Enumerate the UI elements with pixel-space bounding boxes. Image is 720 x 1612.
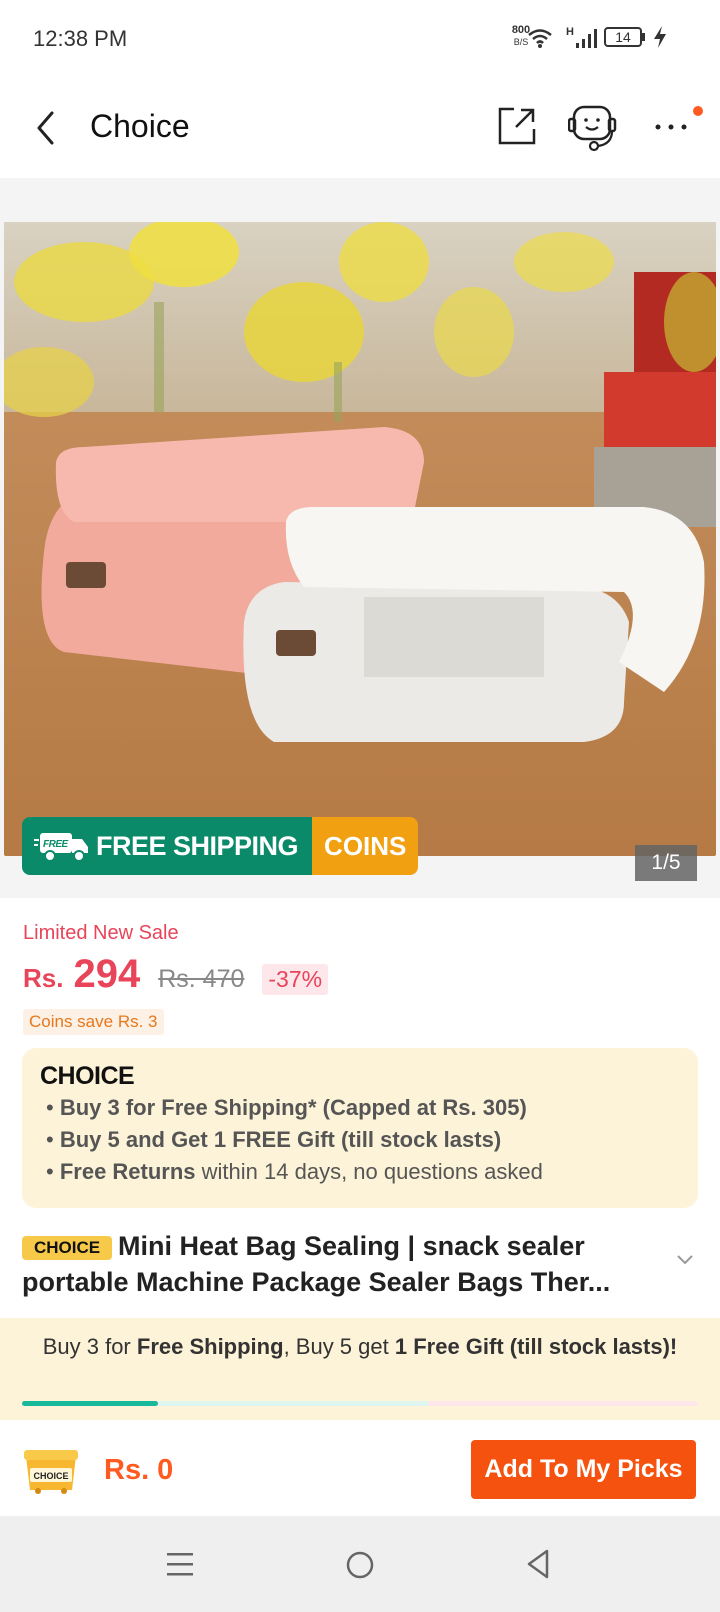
promo-text-bold: Free Shipping xyxy=(136,1334,284,1359)
notification-dot xyxy=(693,106,703,116)
free-shipping-label: FREE SHIPPING xyxy=(96,830,299,861)
benefit-bold: Free Returns xyxy=(59,1159,196,1184)
page-title: Choice xyxy=(90,108,190,144)
promo-text-part: Buy 3 for xyxy=(42,1334,137,1359)
signal-icon xyxy=(576,29,597,48)
benefit-bold: Buy 3 for Free Shipping* (Capped at Rs. … xyxy=(59,1095,527,1120)
benefit-bold: Buy 5 and Get 1 FREE Gift (till stock la… xyxy=(59,1127,502,1152)
benefit-item: • Buy 3 for Free Shipping* (Capped at Rs… xyxy=(46,1095,527,1120)
free-shipping-banner: FREE FREE SHIPPING COINS xyxy=(22,817,419,875)
current-price: 294 xyxy=(73,952,141,996)
network-type-label: H xyxy=(566,26,574,38)
free-badge-text: FREE xyxy=(43,839,69,850)
more-options-icon[interactable] xyxy=(654,122,688,132)
customer-service-icon[interactable] xyxy=(568,104,622,152)
coins-section: COINS xyxy=(312,817,419,875)
coins-save-badge: Coins save Rs. 3 xyxy=(23,1009,164,1035)
charging-icon xyxy=(654,26,666,48)
free-shipping-section: FREE FREE SHIPPING xyxy=(22,817,313,875)
back-triangle-icon[interactable] xyxy=(525,1548,551,1580)
benefit-item: • Buy 5 and Get 1 FREE Gift (till stock … xyxy=(46,1127,502,1152)
price-currency: Rs. xyxy=(23,963,64,993)
sale-label: Limited New Sale xyxy=(23,922,179,944)
product-title-line2: portable Machine Package Sealer Bags The… xyxy=(22,1267,611,1297)
choice-logo: CHOICE xyxy=(40,1062,135,1090)
add-to-picks-button[interactable]: Add To My Picks xyxy=(471,1440,696,1499)
cart-total: Rs. 0 xyxy=(104,1454,174,1486)
progress-segment xyxy=(158,1401,428,1406)
battery-level: 14 xyxy=(615,29,631,45)
price-row: Rs. 294 Rs. 470 -37% xyxy=(23,952,329,997)
battery-tip xyxy=(642,33,645,41)
cart-label: CHOICE xyxy=(33,1471,68,1481)
status-time: 12:38 PM xyxy=(33,26,128,51)
discount-badge: -37% xyxy=(262,964,329,995)
promo-text: Buy 3 for Free Shipping, Buy 5 get 1 Fre… xyxy=(40,1334,680,1360)
choice-tag: CHOICE xyxy=(22,1236,112,1260)
chevron-down-icon[interactable] xyxy=(676,1254,694,1266)
delivery-truck-icon: FREE xyxy=(34,833,88,862)
coins-label: COINS xyxy=(324,830,407,861)
product-photo[interactable] xyxy=(4,222,716,856)
battery-icon: 14 xyxy=(604,27,642,47)
promo-text-part: , Buy 5 get xyxy=(283,1334,395,1359)
share-icon[interactable] xyxy=(496,105,538,147)
product-title-line1: Mini Heat Bag Sealing | snack sealer xyxy=(118,1231,585,1261)
original-price: Rs. 470 xyxy=(158,965,245,993)
benefit-rest: within 14 days, no questions asked xyxy=(195,1159,543,1184)
back-arrow-icon[interactable] xyxy=(34,110,58,146)
image-counter: 1/5 xyxy=(635,845,697,881)
home-circle-icon[interactable] xyxy=(345,1550,375,1580)
wifi-icon xyxy=(528,29,552,48)
choice-cart-icon[interactable]: CHOICE xyxy=(22,1442,80,1494)
promo-text-bold: 1 Free Gift (till stock lasts)! xyxy=(394,1334,678,1359)
progress-fill xyxy=(22,1401,158,1406)
product-title[interactable]: Mini Heat Bag Sealing | snack sealer por… xyxy=(22,1228,662,1300)
benefit-item: • Free Returns within 14 days, no questi… xyxy=(46,1159,543,1184)
menu-icon[interactable] xyxy=(166,1550,194,1578)
